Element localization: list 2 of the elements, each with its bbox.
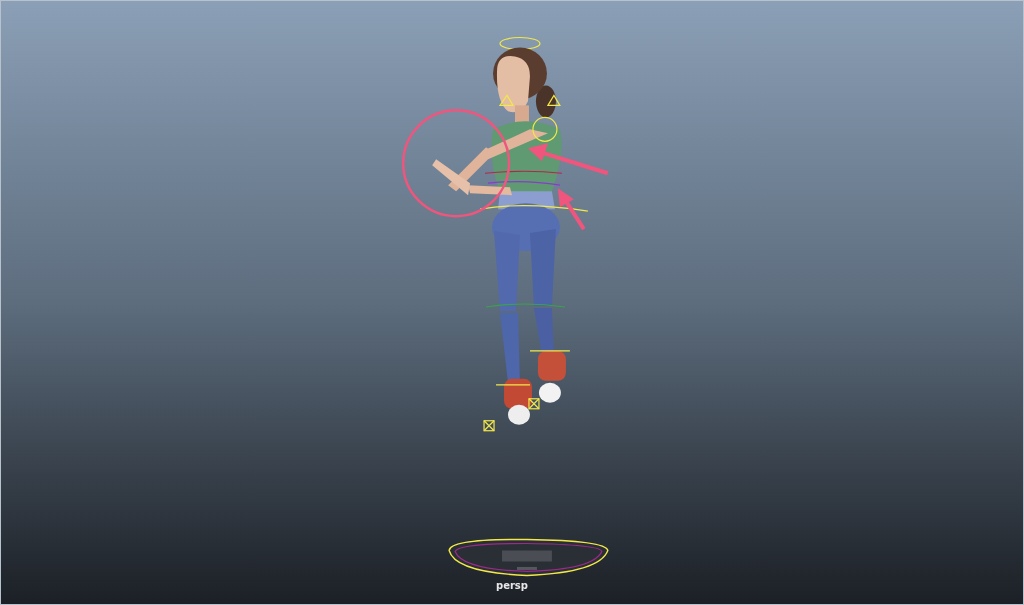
camera-label: persp [496,581,528,591]
annotation-arrow [557,188,586,231]
